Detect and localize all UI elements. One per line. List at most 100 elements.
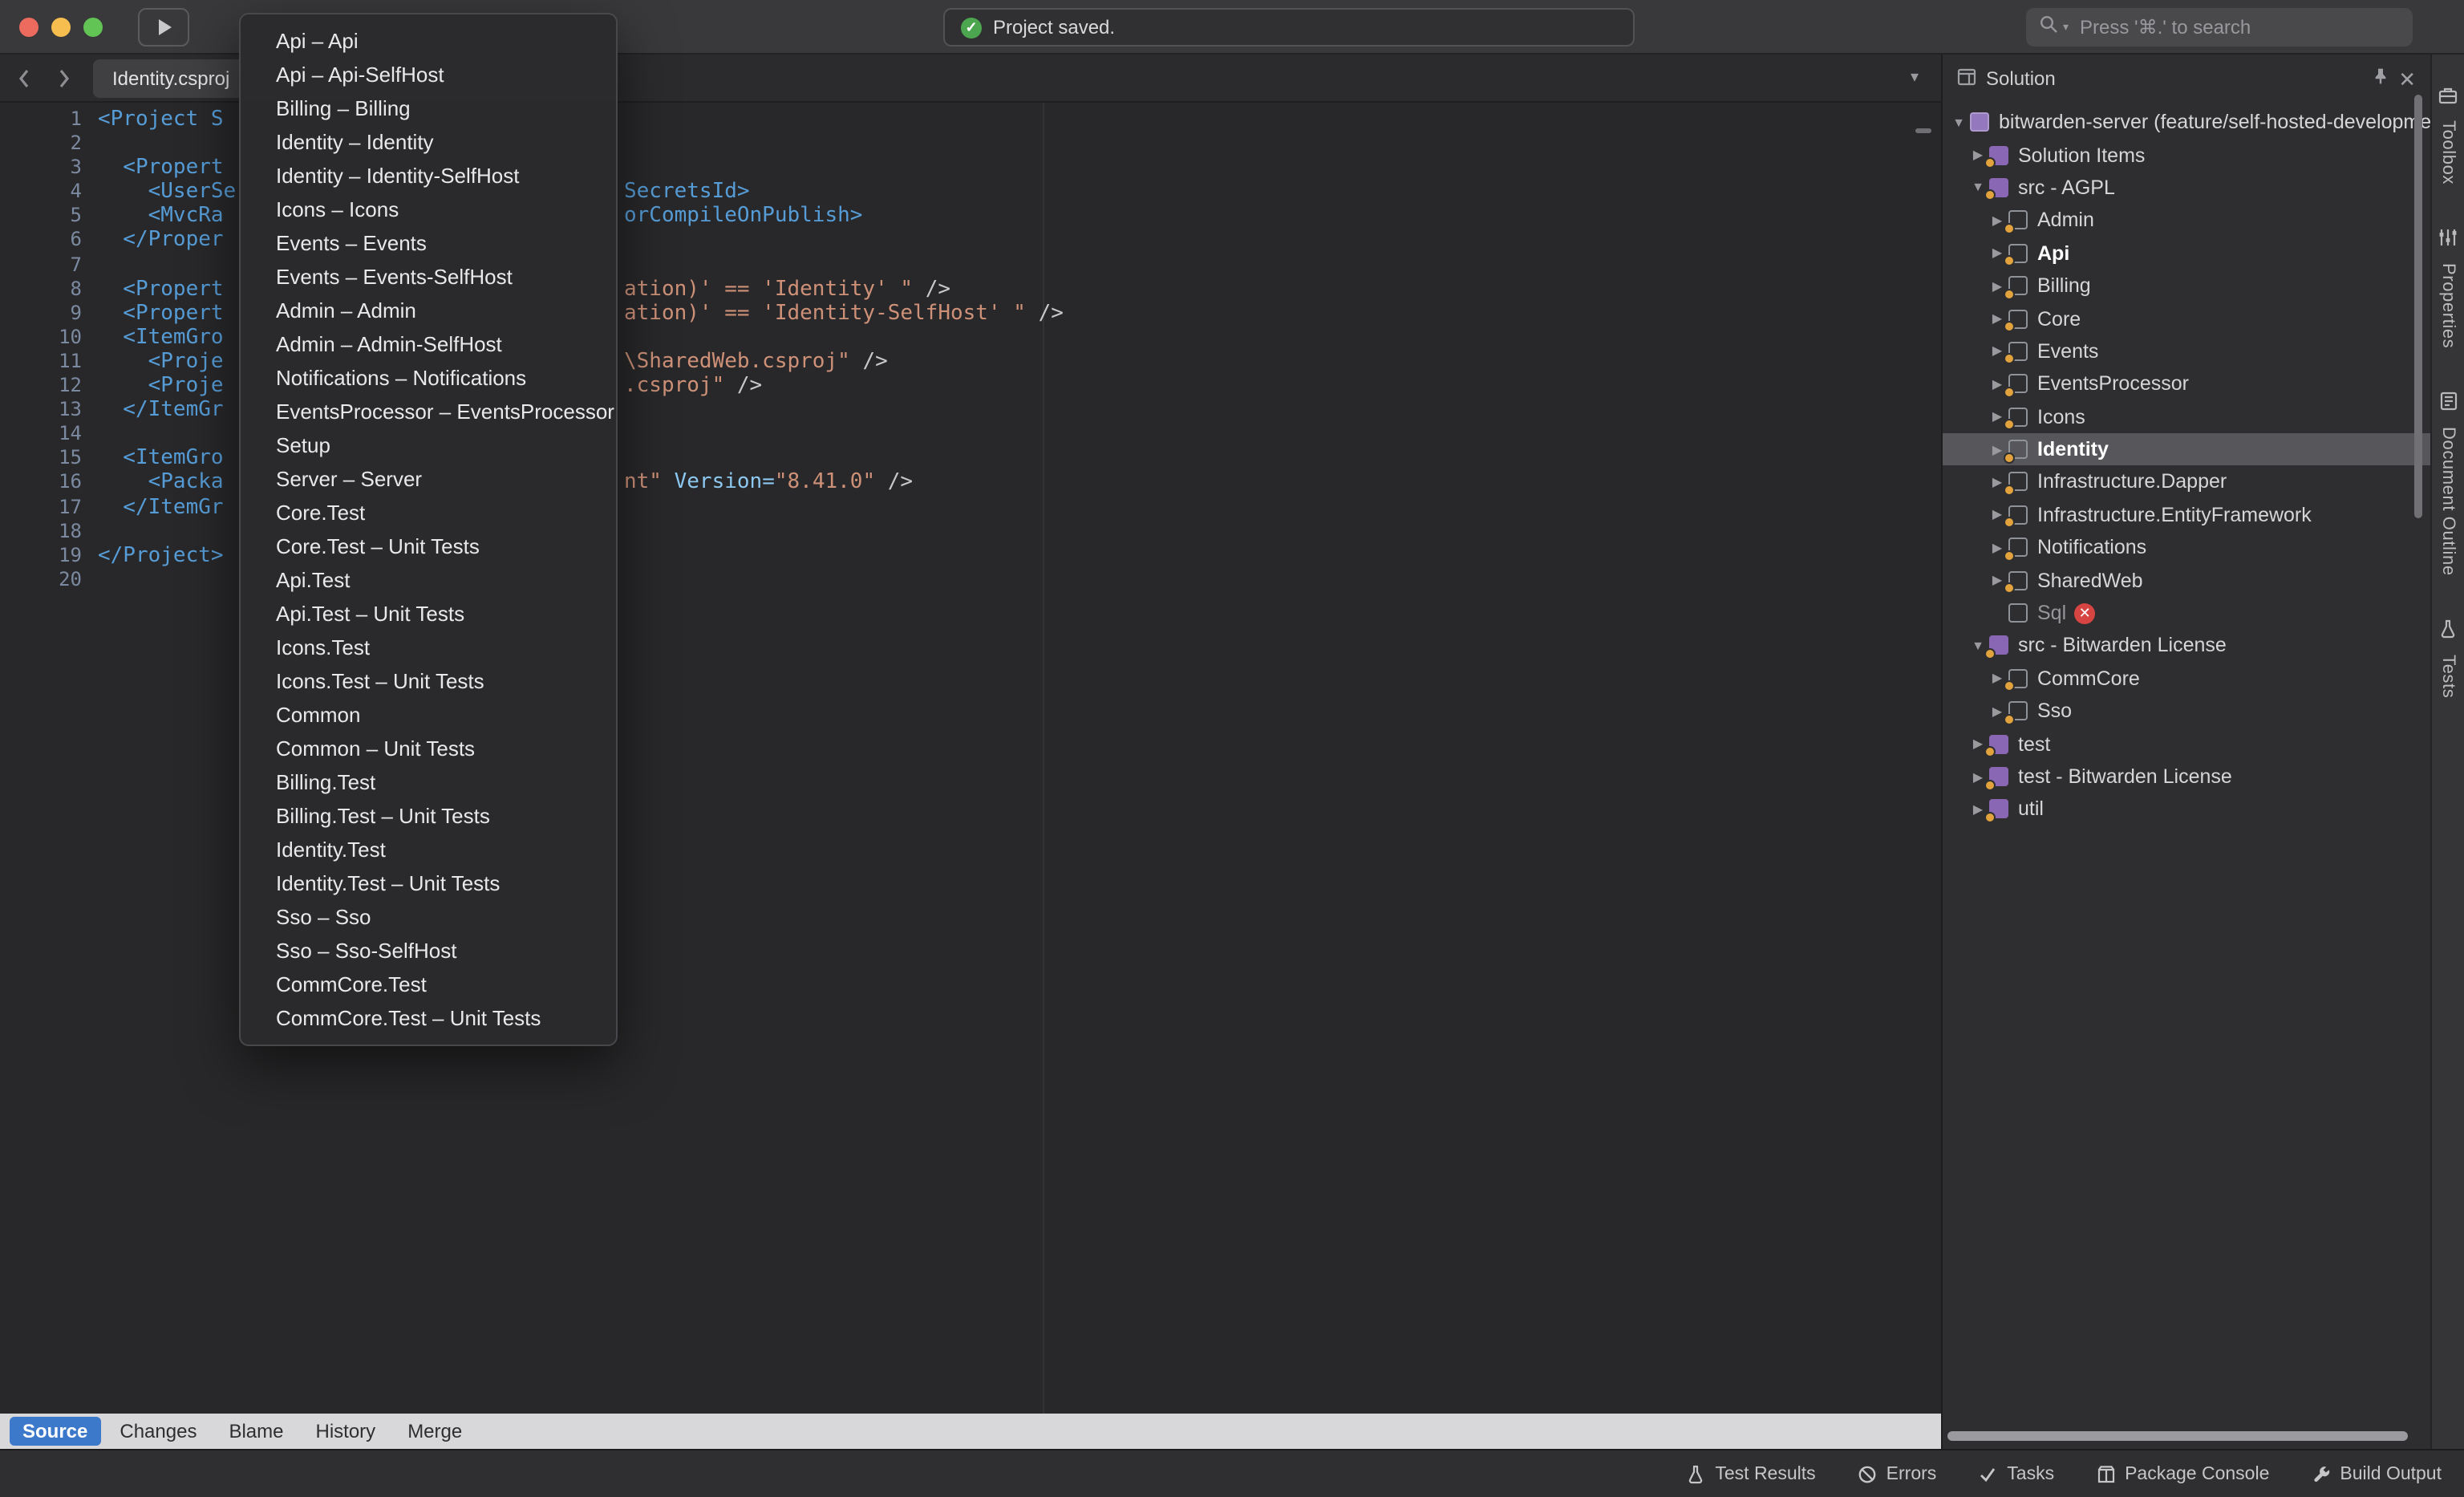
tree-item-core[interactable]: ▶Core (1943, 302, 2430, 335)
close-window-button[interactable] (19, 17, 38, 36)
tree-item-icons[interactable]: ▶Icons (1943, 400, 2430, 433)
solution-pad-header: Solution ✕ (1943, 55, 2430, 103)
tree-item-infrastructure-entityframework[interactable]: ▶Infrastructure.EntityFramework (1943, 498, 2430, 531)
run-config-menu-item-icons-icons[interactable]: Icons – Icons (241, 193, 616, 226)
editor-scrollbar[interactable] (1915, 128, 1931, 133)
navigate-forward-button[interactable] (48, 62, 80, 94)
run-config-menu-item-core-test-unit-tests[interactable]: Core.Test – Unit Tests (241, 529, 616, 563)
tree-item-solution-items[interactable]: ▶Solution Items (1943, 139, 2430, 172)
run-config-menu-item-events-events[interactable]: Events – Events (241, 226, 616, 260)
run-config-menu-item-icons-test[interactable]: Icons.Test (241, 631, 616, 664)
project-icon (2007, 243, 2028, 264)
tree-item-infrastructure-dapper[interactable]: ▶Infrastructure.Dapper (1943, 466, 2430, 499)
disclosure-triangle[interactable]: ▼ (1949, 115, 1968, 129)
run-config-menu-item-setup[interactable]: Setup (241, 428, 616, 462)
run-config-menu-item-core-test[interactable]: Core.Test (241, 496, 616, 529)
tests-icon (2438, 618, 2458, 647)
tree-item-label: src - AGPL (2018, 176, 2115, 199)
project-icon (2007, 505, 2028, 525)
tree-item-commcore[interactable]: ▶CommCore (1943, 662, 2430, 695)
tree-item-billing[interactable]: ▶Billing (1943, 270, 2430, 302)
tree-item-eventsprocessor[interactable]: ▶EventsProcessor (1943, 367, 2430, 400)
tree-item-events[interactable]: ▶Events (1943, 335, 2430, 367)
statusbar-errors[interactable]: Errors (1858, 1464, 1937, 1483)
tree-item-api[interactable]: ▶Api (1943, 237, 2430, 270)
tree-item-label: Identity (2037, 438, 2109, 460)
run-config-menu-item-identity-identity-selfhost[interactable]: Identity – Identity-SelfHost (241, 159, 616, 193)
tree-item-admin[interactable]: ▶Admin (1943, 204, 2430, 237)
tree-item-sso[interactable]: ▶Sso (1943, 695, 2430, 728)
run-config-menu-item-admin-admin-selfhost[interactable]: Admin – Admin-SelfHost (241, 327, 616, 361)
statusbar-package-console[interactable]: Package Console (2096, 1464, 2269, 1483)
dock-tab-tests[interactable]: Tests (2438, 618, 2458, 698)
dock-tab-properties[interactable]: Properties (2438, 226, 2458, 348)
tree-item-identity[interactable]: ▶Identity (1943, 433, 2430, 466)
tree-item-test[interactable]: ▶test (1943, 728, 2430, 761)
dock-tab-toolbox[interactable]: Toolbox (2438, 83, 2458, 185)
run-config-menu-item-commcore-test[interactable]: CommCore.Test (241, 968, 616, 1001)
close-icon[interactable]: ✕ (2398, 68, 2416, 89)
run-config-menu-item-api-api[interactable]: Api – Api (241, 24, 616, 58)
project-icon (2007, 210, 2028, 231)
run-config-menu-item-billing-test[interactable]: Billing.Test (241, 765, 616, 799)
navigate-back-button[interactable] (8, 62, 40, 94)
run-config-menu-item-api-test-unit-tests[interactable]: Api.Test – Unit Tests (241, 597, 616, 631)
run-config-menu-item-api-api-selfhost[interactable]: Api – Api-SelfHost (241, 58, 616, 91)
run-config-menu-item-server-server[interactable]: Server – Server (241, 462, 616, 496)
tree-item-label: Billing (2037, 274, 2091, 297)
tab-identity-csproj[interactable]: Identity.csproj (93, 59, 249, 97)
view-tab-history[interactable]: History (303, 1417, 389, 1446)
package-icon (2096, 1464, 2115, 1483)
run-config-menu-item-notifications-notifications[interactable]: Notifications – Notifications (241, 361, 616, 395)
tree-item-bitwarden-server-feature-self-hosted-development[interactable]: ▼bitwarden-server (feature/self-hosted-d… (1943, 106, 2430, 139)
run-config-menu-item-admin-admin[interactable]: Admin – Admin (241, 294, 616, 327)
run-config-menu-item-sso-sso-selfhost[interactable]: Sso – Sso-SelfHost (241, 934, 616, 968)
run-config-menu-item-icons-test-unit-tests[interactable]: Icons.Test – Unit Tests (241, 664, 616, 698)
view-tab-merge[interactable]: Merge (395, 1417, 475, 1446)
run-config-menu-item-common-unit-tests[interactable]: Common – Unit Tests (241, 732, 616, 765)
statusbar-tasks[interactable]: Tasks (1978, 1464, 2054, 1483)
run-config-menu-item-identity-test[interactable]: Identity.Test (241, 833, 616, 866)
tree-item-util[interactable]: ▶util (1943, 793, 2430, 826)
tree-item-src-agpl[interactable]: ▼src - AGPL (1943, 172, 2430, 205)
run-config-menu-item-sso-sso[interactable]: Sso – Sso (241, 900, 616, 934)
tab-list-chevron-icon[interactable]: ▾ (1911, 69, 1919, 87)
tree-item-label: Sql (2037, 602, 2066, 624)
status-bar: Test Results Errors Tasks Package Console Bu… (0, 1449, 2464, 1497)
run-config-menu-item-identity-identity[interactable]: Identity – Identity (241, 125, 616, 159)
tree-item-test-bitwarden-license[interactable]: ▶test - Bitwarden License (1943, 761, 2430, 793)
statusbar-build-output[interactable]: Build Output (2311, 1464, 2442, 1483)
tree-item-sharedweb[interactable]: ▶SharedWeb (1943, 564, 2430, 597)
search-icon (2039, 13, 2058, 42)
run-config-menu-item-billing-test-unit-tests[interactable]: Billing.Test – Unit Tests (241, 799, 616, 833)
statusbar-test-results[interactable]: Test Results (1686, 1464, 1815, 1483)
modified-badge-icon (2004, 321, 2015, 332)
tree-item-sql[interactable]: Sql✕ (1943, 597, 2430, 630)
tree-item-src-bitwarden-license[interactable]: ▼src - Bitwarden License (1943, 630, 2430, 663)
tree-item-notifications[interactable]: ▶Notifications (1943, 531, 2430, 564)
modified-badge-icon (2004, 485, 2015, 496)
view-tab-changes[interactable]: Changes (107, 1417, 209, 1446)
zoom-window-button[interactable] (83, 17, 103, 36)
project-icon (2007, 668, 2028, 689)
search-input[interactable]: ▾ Press '⌘.' to search (2026, 8, 2413, 47)
run-button[interactable] (138, 7, 189, 46)
line-number: 12 (0, 374, 82, 398)
modified-badge-icon (2004, 517, 2015, 529)
dock-tab-document-outline[interactable]: Document Outline (2438, 390, 2458, 576)
run-config-menu-item-api-test[interactable]: Api.Test (241, 563, 616, 597)
solution-tree-hscrollbar[interactable] (1947, 1431, 2408, 1441)
run-config-menu-item-common[interactable]: Common (241, 698, 616, 732)
run-config-menu-item-events-events-selfhost[interactable]: Events – Events-SelfHost (241, 260, 616, 294)
run-config-menu-item-commcore-test-unit-tests[interactable]: CommCore.Test – Unit Tests (241, 1001, 616, 1035)
run-config-menu-item-eventsprocessor-eventsprocessor[interactable]: EventsProcessor – EventsProcessor (241, 395, 616, 428)
view-tab-source[interactable]: Source (10, 1417, 100, 1446)
project-icon (2007, 275, 2028, 296)
dock-tab-label: Document Outline (2438, 427, 2458, 576)
view-tab-blame[interactable]: Blame (216, 1417, 296, 1446)
run-config-menu-item-identity-test-unit-tests[interactable]: Identity.Test – Unit Tests (241, 866, 616, 900)
pin-icon[interactable] (2373, 67, 2389, 90)
solution-tree-scrollbar[interactable] (2414, 95, 2422, 518)
run-config-menu-item-billing-billing[interactable]: Billing – Billing (241, 91, 616, 125)
minimize-window-button[interactable] (51, 17, 71, 36)
